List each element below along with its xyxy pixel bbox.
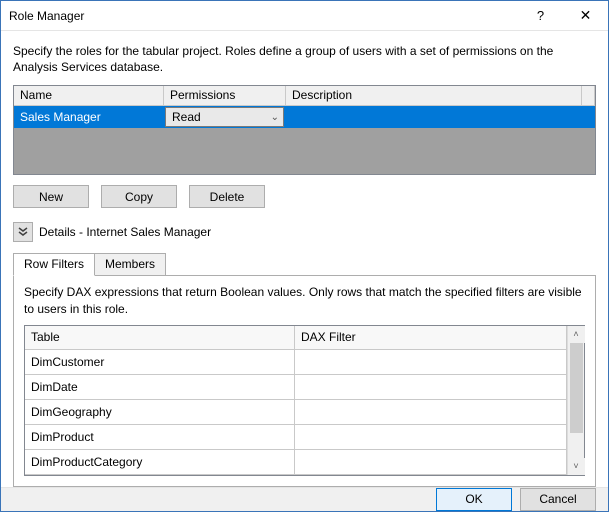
role-name-cell[interactable]: Sales Manager [14, 106, 164, 128]
column-header-spacer [582, 86, 595, 105]
table-name-cell[interactable]: DimDate [25, 375, 295, 400]
roles-grid-body: Sales Manager Read ⌄ [14, 106, 595, 174]
dax-filter-cell[interactable] [295, 450, 567, 475]
role-buttons-row: New Copy Delete [13, 185, 596, 208]
table-name-cell[interactable]: DimGeography [25, 400, 295, 425]
delete-button[interactable]: Delete [189, 185, 265, 208]
help-icon: ? [537, 8, 544, 23]
roles-grid[interactable]: Name Permissions Description Sales Manag… [13, 85, 596, 175]
tab-intro-text: Specify DAX expressions that return Bool… [24, 284, 585, 316]
table-row[interactable]: DimProduct [25, 425, 567, 450]
table-row[interactable]: DimProductCategory [25, 450, 567, 475]
role-permission-cell[interactable]: Read ⌄ [164, 106, 286, 128]
tabs: Row Filters Members [13, 253, 596, 276]
help-button[interactable]: ? [518, 1, 563, 30]
ok-button[interactable]: OK [436, 488, 512, 511]
dialog-footer: OK Cancel [1, 487, 608, 511]
dax-filter-cell[interactable] [295, 400, 567, 425]
column-header-dax[interactable]: DAX Filter [295, 326, 567, 350]
table-row[interactable]: DimGeography [25, 400, 567, 425]
dax-filter-cell[interactable] [295, 425, 567, 450]
role-row-end [585, 106, 595, 128]
chevron-up-icon: ˄ [573, 329, 578, 339]
column-header-description[interactable]: Description [286, 86, 582, 105]
filter-grid-body: DimCustomer DimDate DimGeography [25, 350, 567, 475]
scroll-down-button[interactable]: ˅ [568, 458, 585, 475]
filter-grid[interactable]: Table DAX Filter DimCustomer DimDate [24, 325, 585, 476]
window-title: Role Manager [9, 9, 518, 23]
table-name-cell[interactable]: DimCustomer [25, 350, 295, 375]
column-header-name[interactable]: Name [14, 86, 164, 105]
permission-value: Read [172, 110, 201, 124]
roles-grid-header: Name Permissions Description [14, 86, 595, 106]
table-name-cell[interactable]: DimProductCategory [25, 450, 295, 475]
tab-members[interactable]: Members [94, 253, 166, 276]
filter-grid-header: Table DAX Filter [25, 326, 567, 350]
table-row[interactable]: DimCustomer [25, 350, 567, 375]
dax-filter-cell[interactable] [295, 375, 567, 400]
role-description-cell[interactable] [286, 106, 585, 128]
double-chevron-down-icon [17, 226, 29, 238]
permission-dropdown[interactable]: Read ⌄ [165, 107, 284, 127]
scroll-up-button[interactable]: ˄ [568, 326, 585, 343]
filter-grid-cols: Table DAX Filter DimCustomer DimDate [25, 326, 567, 475]
intro-text: Specify the roles for the tabular projec… [13, 43, 596, 75]
role-row[interactable]: Sales Manager Read ⌄ [14, 106, 595, 128]
new-button[interactable]: New [13, 185, 89, 208]
details-header: Details - Internet Sales Manager [13, 222, 596, 242]
cancel-button[interactable]: Cancel [520, 488, 596, 511]
close-icon: ✕ [580, 7, 592, 24]
chevron-down-icon: ˅ [573, 461, 578, 471]
tab-panel-row-filters: Specify DAX expressions that return Bool… [13, 275, 596, 486]
tab-row-filters[interactable]: Row Filters [13, 253, 95, 276]
filter-scrollbar[interactable]: ˄ ˅ [567, 326, 584, 475]
table-name-cell[interactable]: DimProduct [25, 425, 295, 450]
scroll-track[interactable] [568, 343, 584, 458]
details-toggle-button[interactable] [13, 222, 33, 242]
scroll-thumb[interactable] [570, 343, 583, 433]
close-button[interactable]: ✕ [563, 1, 608, 30]
details-label: Details - Internet Sales Manager [39, 225, 211, 239]
chevron-down-icon: ⌄ [271, 112, 279, 123]
role-manager-dialog: Role Manager ? ✕ Specify the roles for t… [0, 0, 609, 512]
table-row[interactable]: DimDate [25, 375, 567, 400]
tabs-area: Row Filters Members Specify DAX expressi… [13, 252, 596, 486]
column-header-permissions[interactable]: Permissions [164, 86, 286, 105]
dialog-content: Specify the roles for the tabular projec… [1, 31, 608, 487]
dax-filter-cell[interactable] [295, 350, 567, 375]
titlebar: Role Manager ? ✕ [1, 1, 608, 31]
column-header-table[interactable]: Table [25, 326, 295, 350]
copy-button[interactable]: Copy [101, 185, 177, 208]
